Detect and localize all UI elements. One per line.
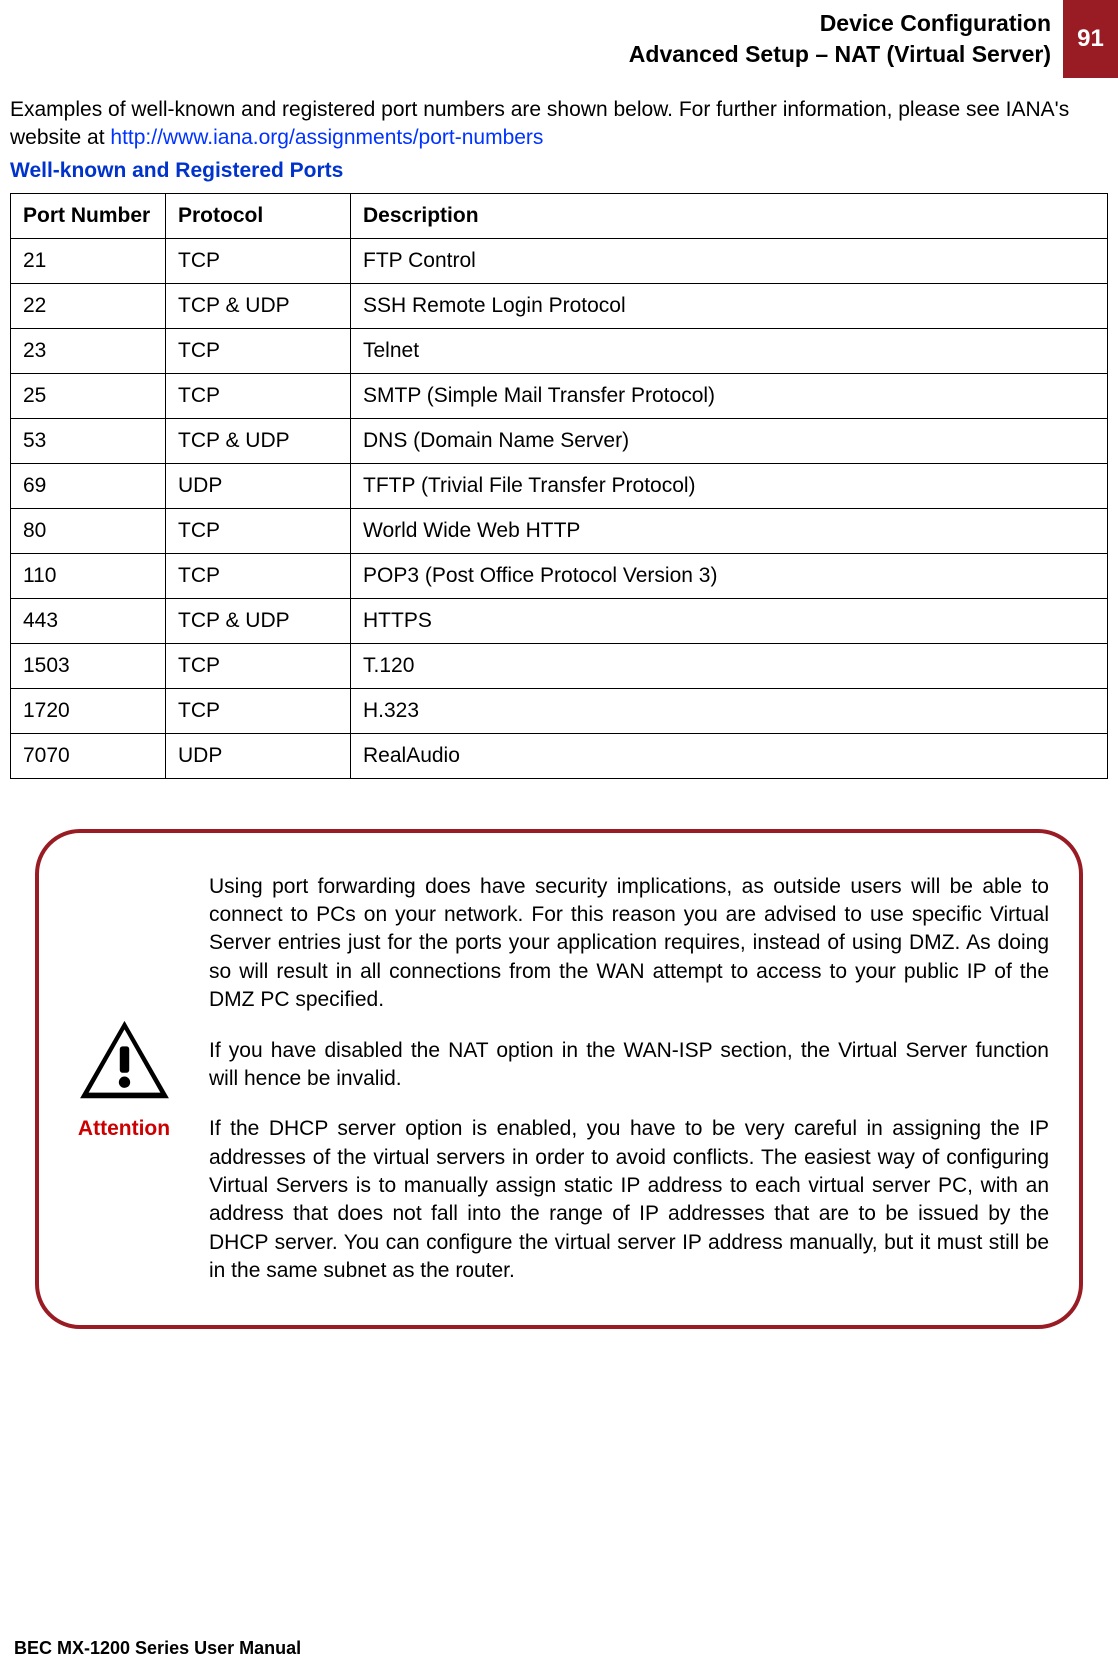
cell-protocol: TCP & UDP <box>166 418 351 463</box>
table-row: 443TCP & UDPHTTPS <box>11 598 1108 643</box>
header-title-line2: Advanced Setup – NAT (Virtual Server) <box>629 39 1051 70</box>
cell-port: 25 <box>11 373 166 418</box>
header-title-line1: Device Configuration <box>629 8 1051 39</box>
table-row: 1503TCPT.120 <box>11 643 1108 688</box>
th-description: Description <box>351 193 1108 238</box>
cell-port: 80 <box>11 508 166 553</box>
th-protocol: Protocol <box>166 193 351 238</box>
cell-protocol: UDP <box>166 463 351 508</box>
iana-link[interactable]: http://www.iana.org/assignments/port-num… <box>110 126 543 149</box>
table-row: 25TCPSMTP (Simple Mail Transfer Protocol… <box>11 373 1108 418</box>
cell-port: 23 <box>11 328 166 373</box>
table-row: 110TCPPOP3 (Post Office Protocol Version… <box>11 553 1108 598</box>
attention-label: Attention <box>78 1117 170 1141</box>
cell-protocol: UDP <box>166 733 351 778</box>
cell-port: 1720 <box>11 688 166 733</box>
cell-port: 443 <box>11 598 166 643</box>
cell-protocol: TCP <box>166 373 351 418</box>
cell-port: 21 <box>11 238 166 283</box>
ports-table: Port Number Protocol Description 21TCPFT… <box>10 193 1108 779</box>
cell-protocol: TCP & UDP <box>166 598 351 643</box>
cell-port: 110 <box>11 553 166 598</box>
th-port-number: Port Number <box>11 193 166 238</box>
section-title: Well-known and Registered Ports <box>10 159 1108 183</box>
cell-port: 53 <box>11 418 166 463</box>
cell-protocol: TCP <box>166 643 351 688</box>
attention-p1: Using port forwarding does have security… <box>209 873 1049 1015</box>
intro-paragraph: Examples of well-known and registered po… <box>10 96 1108 153</box>
footer-text: BEC MX-1200 Series User Manual <box>14 1638 301 1659</box>
table-row: 80TCPWorld Wide Web HTTP <box>11 508 1108 553</box>
cell-description: HTTPS <box>351 598 1108 643</box>
cell-description: H.323 <box>351 688 1108 733</box>
table-row: 22TCP & UDPSSH Remote Login Protocol <box>11 283 1108 328</box>
cell-description: Telnet <box>351 328 1108 373</box>
attention-p2: If you have disabled the NAT option in t… <box>209 1037 1049 1094</box>
cell-description: POP3 (Post Office Protocol Version 3) <box>351 553 1108 598</box>
cell-description: TFTP (Trivial File Transfer Protocol) <box>351 463 1108 508</box>
cell-port: 1503 <box>11 643 166 688</box>
cell-description: SMTP (Simple Mail Transfer Protocol) <box>351 373 1108 418</box>
attention-left-column: Attention <box>59 1018 189 1141</box>
table-row: 7070UDPRealAudio <box>11 733 1108 778</box>
cell-protocol: TCP <box>166 238 351 283</box>
attention-callout: Attention Using port forwarding does hav… <box>35 829 1083 1329</box>
table-row: 21TCPFTP Control <box>11 238 1108 283</box>
cell-protocol: TCP <box>166 508 351 553</box>
cell-description: T.120 <box>351 643 1108 688</box>
cell-description: FTP Control <box>351 238 1108 283</box>
page-content: Examples of well-known and registered po… <box>0 78 1118 1329</box>
cell-description: DNS (Domain Name Server) <box>351 418 1108 463</box>
page-header: Device Configuration Advanced Setup – NA… <box>0 0 1118 78</box>
cell-description: RealAudio <box>351 733 1108 778</box>
page-number-badge: 91 <box>1063 0 1118 78</box>
cell-protocol: TCP & UDP <box>166 283 351 328</box>
cell-protocol: TCP <box>166 328 351 373</box>
cell-port: 22 <box>11 283 166 328</box>
table-row: 1720TCPH.323 <box>11 688 1108 733</box>
table-row: 53TCP & UDPDNS (Domain Name Server) <box>11 418 1108 463</box>
attention-p3: If the DHCP server option is enabled, yo… <box>209 1115 1049 1285</box>
cell-protocol: TCP <box>166 688 351 733</box>
cell-port: 7070 <box>11 733 166 778</box>
cell-port: 69 <box>11 463 166 508</box>
warning-icon <box>77 1018 172 1103</box>
table-row: 69UDPTFTP (Trivial File Transfer Protoco… <box>11 463 1108 508</box>
table-header-row: Port Number Protocol Description <box>11 193 1108 238</box>
cell-protocol: TCP <box>166 553 351 598</box>
cell-description: World Wide Web HTTP <box>351 508 1108 553</box>
attention-body: Using port forwarding does have security… <box>209 873 1049 1285</box>
header-titles: Device Configuration Advanced Setup – NA… <box>629 0 1063 78</box>
table-row: 23TCPTelnet <box>11 328 1108 373</box>
cell-description: SSH Remote Login Protocol <box>351 283 1108 328</box>
